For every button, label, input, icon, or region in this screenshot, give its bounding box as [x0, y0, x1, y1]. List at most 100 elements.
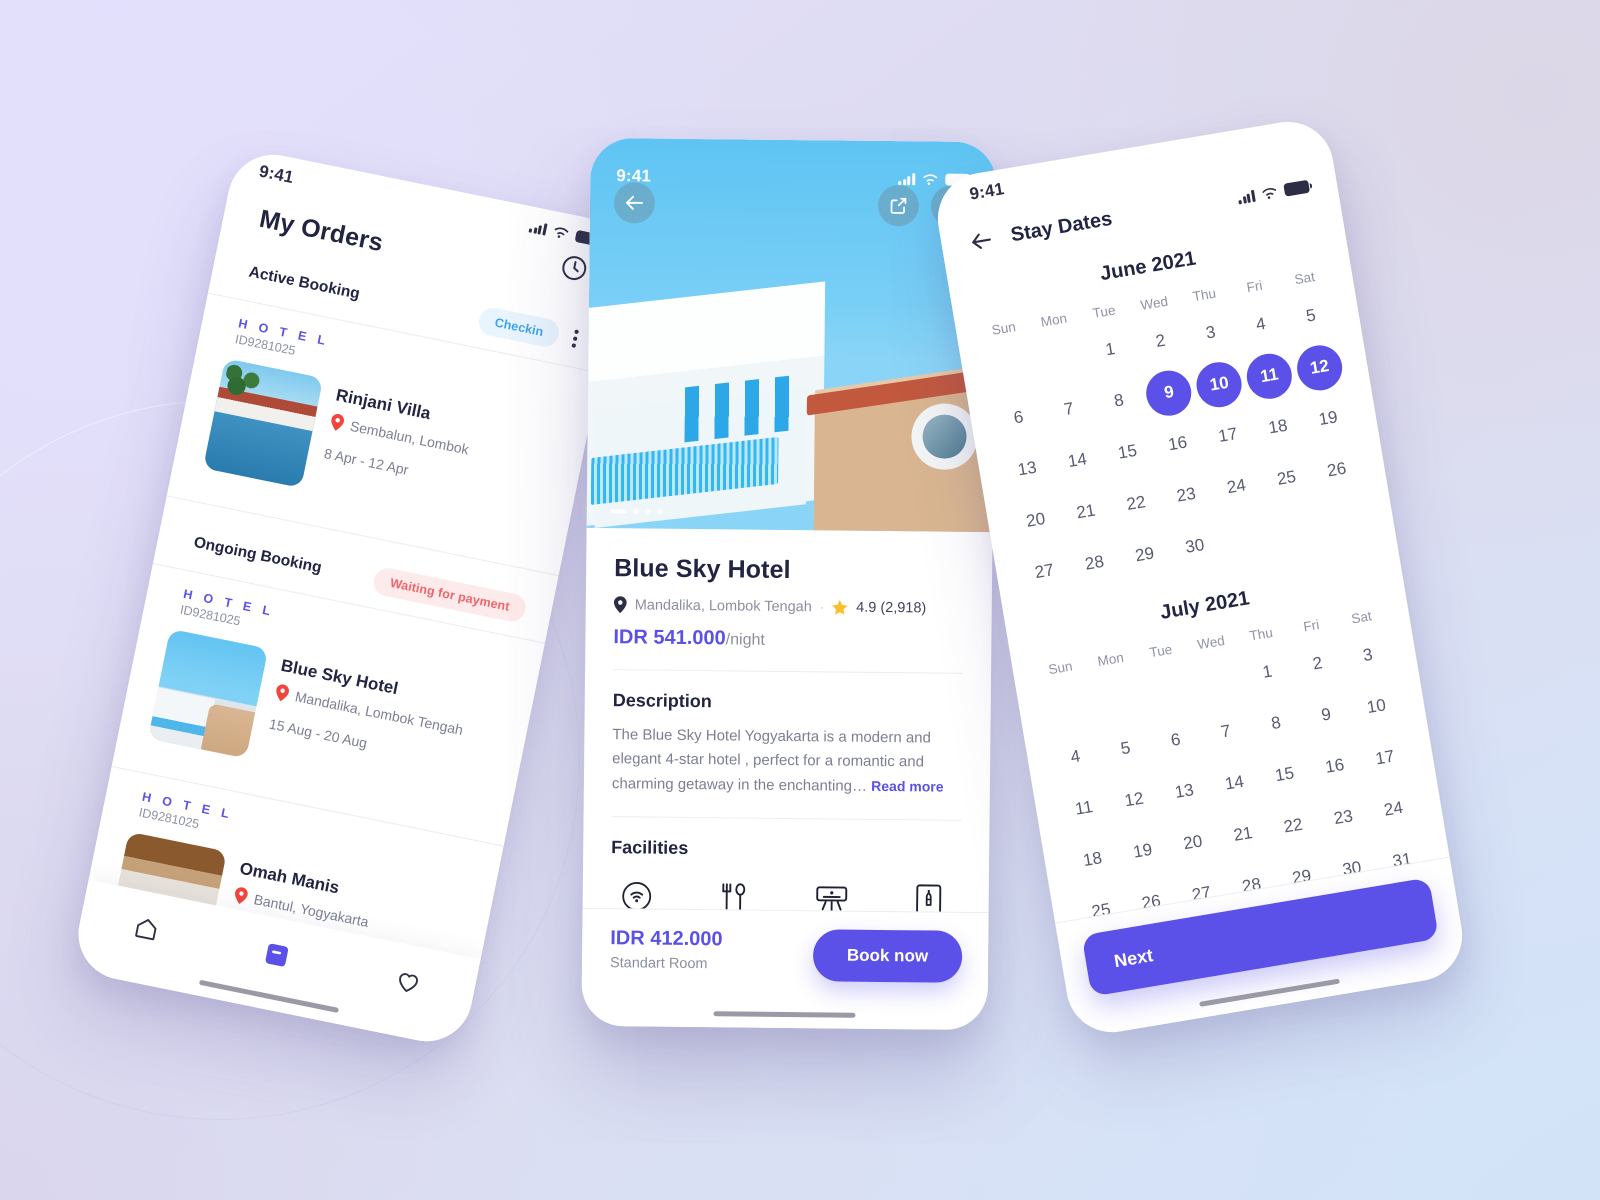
calendar: June 2021 Sun Mon Tue Wed Thu Fri Sat 12… [944, 193, 1453, 942]
porthole-window [910, 402, 978, 470]
status-time: 9:41 [968, 179, 1006, 204]
calendar-day[interactable]: 17 [1356, 731, 1414, 785]
calendar-day[interactable]: 20 [1164, 816, 1222, 870]
calendar-day[interactable]: 22 [1107, 477, 1165, 531]
calendar-day[interactable]: 18 [1064, 833, 1122, 887]
hotel-location: Mandalika, Lombok Tengah [634, 596, 812, 615]
calendar-day[interactable]: 26 [1308, 443, 1366, 497]
calendar-day[interactable]: 24 [1365, 782, 1423, 836]
calendar-day[interactable]: 20 [1007, 493, 1065, 547]
calendar-day[interactable]: 2 [1289, 637, 1347, 691]
location-pin-icon [613, 596, 627, 614]
calendar-day[interactable]: 13 [1155, 765, 1213, 819]
calendar-day[interactable]: 21 [1214, 808, 1272, 862]
calendar-day-selected[interactable]: 11 [1241, 349, 1299, 403]
mockup-stage: 9:41 My Orders Active Booking Checkin H … [0, 0, 1600, 1200]
nav-favorites[interactable] [384, 958, 431, 1005]
weekday-label: Sat [1350, 608, 1373, 627]
calendar-day[interactable]: 25 [1258, 451, 1316, 505]
status-badge-checkin[interactable]: Checkin [476, 305, 562, 350]
calendar-day[interactable]: 28 [1066, 536, 1124, 590]
weekday-label: Sun [990, 319, 1017, 338]
calendar-day-selected[interactable]: 12 [1291, 341, 1349, 395]
weekday-label: Mon [1096, 649, 1125, 669]
weekday-label: Wed [1139, 293, 1169, 313]
calendar-day[interactable]: 17 [1199, 409, 1257, 463]
phone-my-orders: 9:41 My Orders Active Booking Checkin H … [70, 146, 630, 1050]
phone-hotel-detail: 9:41 Blue Sky Hotel Mandalika, Lombok Te… [581, 137, 997, 1031]
read-more-link[interactable]: Read more [871, 777, 944, 794]
calendar-blank [1188, 654, 1246, 708]
calendar-blank [1031, 331, 1089, 385]
calendar-day[interactable]: 8 [1247, 697, 1305, 751]
hotel-name: Blue Sky Hotel [614, 554, 791, 585]
calendar-day[interactable]: 6 [1147, 713, 1205, 767]
calendar-day[interactable]: 2 [1132, 314, 1190, 368]
calendar-day[interactable]: 6 [990, 391, 1048, 445]
nav-home[interactable] [123, 905, 170, 952]
weekday-label: Wed [1196, 632, 1226, 653]
calendar-day[interactable]: 23 [1315, 791, 1373, 845]
book-now-button[interactable]: Book now [812, 929, 963, 983]
back-button[interactable] [613, 182, 656, 224]
calendar-day[interactable]: 21 [1057, 485, 1115, 539]
calendar-day[interactable]: 11 [1055, 781, 1113, 835]
calendar-day[interactable]: 4 [1232, 298, 1290, 352]
share-button[interactable] [877, 184, 920, 227]
hero-image: 9:41 [586, 137, 997, 533]
section-label: Active Booking [247, 263, 362, 303]
weekday-label: Fri [1245, 277, 1264, 296]
calendar-day[interactable]: 7 [1197, 705, 1255, 759]
description-text-wrap: The Blue Sky Hotel Yogyakarta is a moder… [612, 723, 963, 800]
signal-icon [1237, 189, 1256, 204]
battery-icon [1283, 179, 1311, 197]
hotel-rating: 4.9 (2,918) [856, 599, 927, 616]
calendar-day[interactable]: 1 [1082, 323, 1140, 377]
calendar-day[interactable]: 3 [1182, 306, 1240, 360]
calendar-blank [1138, 662, 1196, 716]
signal-icon [528, 220, 548, 236]
price-amount: 541.000 [653, 626, 726, 650]
dot-separator: · [819, 599, 825, 615]
weekday-label: Fri [1302, 617, 1321, 635]
calendar-day[interactable]: 30 [1166, 520, 1224, 574]
calendar-day[interactable]: 12 [1105, 773, 1163, 827]
calendar-day[interactable]: 1 [1239, 645, 1297, 699]
calendar-day[interactable]: 22 [1264, 799, 1322, 853]
calendar-day[interactable]: 8 [1090, 374, 1148, 428]
calendar-day[interactable]: 14 [1206, 756, 1264, 810]
nav-bookings[interactable] [254, 931, 301, 978]
calendar-day[interactable]: 5 [1282, 289, 1340, 343]
calendar-day[interactable]: 27 [1016, 545, 1074, 599]
calendar-day[interactable]: 4 [1047, 730, 1105, 784]
carousel-indicator[interactable] [610, 508, 663, 515]
calendar-day[interactable]: 9 [1297, 688, 1355, 742]
calendar-day[interactable]: 14 [1049, 434, 1107, 488]
more-options-icon[interactable] [569, 327, 583, 350]
section-label: Ongoing Booking [192, 533, 324, 577]
calendar-day[interactable]: 16 [1149, 417, 1207, 471]
clock-icon[interactable] [558, 251, 591, 284]
calendar-day[interactable]: 19 [1299, 392, 1357, 446]
calendar-day-selected[interactable]: 9 [1140, 366, 1198, 420]
calendar-day[interactable]: 23 [1157, 468, 1215, 522]
calendar-day[interactable]: 16 [1306, 739, 1364, 793]
calendar-day[interactable]: 5 [1097, 722, 1155, 776]
calendar-day[interactable]: 29 [1116, 528, 1174, 582]
location-pin-icon [235, 887, 248, 905]
description-title: Description [612, 690, 712, 712]
calendar-day[interactable]: 19 [1114, 824, 1172, 878]
back-button[interactable] [968, 230, 995, 253]
divider [613, 669, 964, 674]
calendar-day-selected[interactable]: 10 [1190, 357, 1248, 411]
calendar-day[interactable]: 7 [1040, 382, 1098, 436]
calendar-day[interactable]: 15 [1256, 748, 1314, 802]
calendar-day[interactable]: 13 [998, 442, 1056, 496]
calendar-day[interactable]: 3 [1339, 628, 1397, 682]
calendar-day[interactable]: 18 [1249, 400, 1307, 454]
calendar-day[interactable]: 15 [1099, 425, 1157, 479]
order-thumbnail [202, 358, 324, 489]
calendar-day[interactable]: 24 [1208, 460, 1266, 514]
calendar-day[interactable]: 10 [1348, 680, 1406, 734]
weekday-label: Sat [1293, 269, 1316, 288]
